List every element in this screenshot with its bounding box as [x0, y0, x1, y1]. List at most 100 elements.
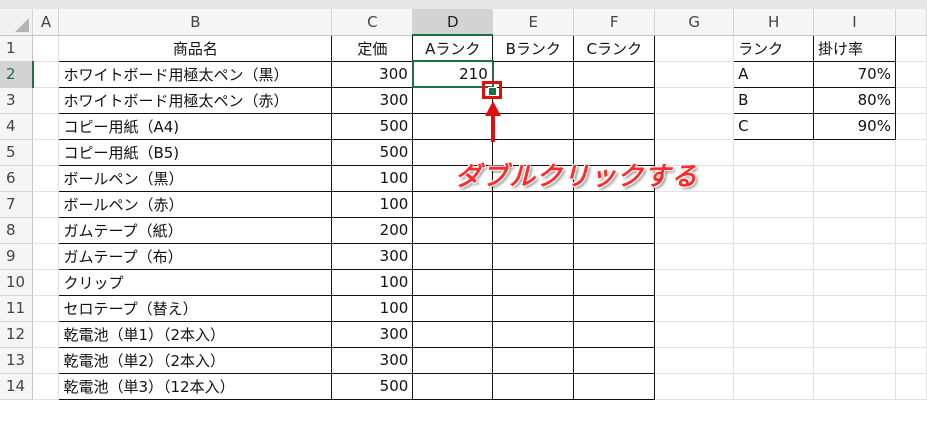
cell[interactable] — [895, 217, 927, 244]
cell[interactable] — [733, 243, 815, 270]
column-header-e[interactable]: E — [492, 9, 575, 36]
cell[interactable] — [813, 347, 896, 374]
cell[interactable]: 乾電池（単1）（2本入） — [58, 320, 333, 348]
row-header[interactable]: 9 — [0, 243, 34, 270]
cell[interactable] — [573, 60, 656, 88]
column-header-a[interactable]: A — [32, 9, 60, 36]
cell[interactable]: コピー用紙（A4) — [58, 112, 333, 140]
column-header-f[interactable]: F — [573, 9, 656, 36]
row-header[interactable]: 7 — [0, 191, 34, 218]
cell[interactable] — [813, 217, 896, 244]
row-header[interactable]: 11 — [0, 295, 34, 322]
cell[interactable] — [813, 191, 896, 218]
cell[interactable] — [895, 295, 927, 322]
cell[interactable] — [412, 190, 494, 218]
cell[interactable] — [654, 295, 735, 322]
cell[interactable]: 80% — [813, 86, 896, 114]
cell[interactable] — [32, 139, 60, 166]
cell[interactable] — [32, 87, 60, 114]
cell[interactable] — [492, 320, 575, 348]
cell[interactable] — [573, 372, 656, 400]
cell[interactable] — [895, 61, 927, 88]
select-all-button[interactable] — [0, 9, 34, 36]
cell[interactable]: 70% — [813, 60, 896, 88]
cell[interactable]: コピー用紙（B5) — [58, 138, 333, 166]
row-header[interactable]: 13 — [0, 347, 34, 374]
cell[interactable]: 乾電池（単2）（2本入） — [58, 346, 333, 374]
cell[interactable] — [895, 87, 927, 114]
active-cell[interactable]: 210 — [411, 60, 494, 88]
cell[interactable] — [654, 217, 735, 244]
cell[interactable] — [412, 242, 494, 270]
row-header[interactable]: 10 — [0, 269, 34, 296]
cell[interactable] — [654, 347, 735, 374]
cell[interactable] — [32, 269, 60, 296]
column-header-b[interactable]: B — [58, 9, 333, 36]
cell[interactable] — [813, 321, 896, 348]
cell[interactable] — [733, 217, 815, 244]
cell[interactable] — [492, 372, 575, 400]
cell[interactable] — [412, 216, 494, 244]
row-header[interactable]: 14 — [0, 373, 34, 400]
cell[interactable] — [654, 191, 735, 218]
cell[interactable] — [654, 61, 735, 88]
row-header[interactable]: 1 — [0, 35, 34, 62]
cell[interactable]: ガムテープ（布） — [58, 242, 333, 270]
cell[interactable] — [492, 346, 575, 374]
cell[interactable] — [733, 165, 815, 192]
cell[interactable] — [895, 35, 927, 62]
column-header-g[interactable]: G — [654, 9, 735, 36]
cell[interactable] — [412, 372, 494, 400]
cell[interactable]: Aランク — [412, 34, 494, 62]
cell[interactable]: 500 — [331, 138, 414, 166]
cell[interactable]: 300 — [331, 346, 414, 374]
cell[interactable] — [895, 139, 927, 166]
row-header[interactable]: 12 — [0, 321, 34, 348]
column-header-h[interactable]: H — [733, 9, 815, 36]
cell[interactable] — [492, 268, 575, 296]
cell[interactable] — [895, 165, 927, 192]
cell[interactable]: 100 — [331, 164, 414, 192]
cell[interactable]: 500 — [331, 112, 414, 140]
cell[interactable] — [32, 373, 60, 400]
cell[interactable] — [32, 321, 60, 348]
cell[interactable] — [573, 216, 656, 244]
column-header-i[interactable]: I — [813, 9, 896, 36]
cell[interactable]: 100 — [331, 268, 414, 296]
cell[interactable]: 300 — [331, 242, 414, 270]
cell[interactable] — [32, 61, 60, 88]
cell[interactable] — [895, 243, 927, 270]
cell[interactable] — [573, 268, 656, 296]
cell[interactable] — [733, 269, 815, 296]
cell[interactable]: 90% — [813, 112, 896, 140]
cell[interactable] — [654, 321, 735, 348]
row-header[interactable]: 6 — [0, 165, 34, 192]
cell[interactable] — [813, 139, 896, 166]
cell[interactable] — [32, 35, 60, 62]
cell[interactable] — [492, 86, 575, 114]
cell[interactable] — [654, 243, 735, 270]
cell[interactable]: 500 — [331, 372, 414, 400]
cell[interactable] — [573, 294, 656, 322]
cell[interactable] — [412, 112, 494, 140]
column-header-d[interactable]: D — [412, 9, 494, 36]
cell[interactable]: ホワイトボード用極太ペン（赤） — [58, 86, 333, 114]
cell[interactable] — [32, 165, 60, 192]
cell[interactable] — [573, 346, 656, 374]
cell[interactable] — [654, 269, 735, 296]
cell[interactable] — [492, 112, 575, 140]
cell[interactable] — [733, 295, 815, 322]
cell[interactable]: 定価 — [331, 34, 414, 62]
cell[interactable]: 300 — [331, 60, 414, 88]
row-header[interactable]: 5 — [0, 139, 34, 166]
cell[interactable] — [813, 373, 896, 400]
cell[interactable] — [733, 321, 815, 348]
cell[interactable] — [492, 216, 575, 244]
cell[interactable] — [573, 320, 656, 348]
cell[interactable]: ボールペン（赤） — [58, 190, 333, 218]
column-header-c[interactable]: C — [331, 9, 414, 36]
cell[interactable]: 掛け率 — [813, 34, 896, 62]
cell[interactable] — [492, 190, 575, 218]
cell[interactable]: 100 — [331, 294, 414, 322]
cell[interactable] — [412, 294, 494, 322]
